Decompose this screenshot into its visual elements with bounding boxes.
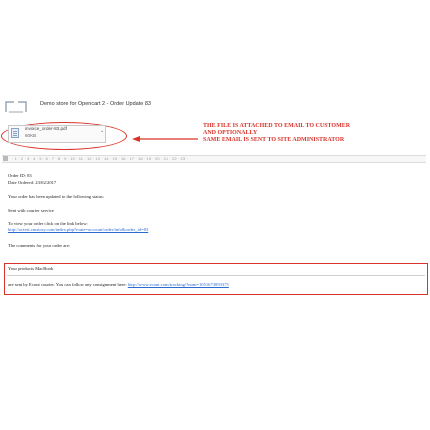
ruler-tab-stop[interactable] (3, 156, 8, 161)
view-order-intro: To view your order click on the link bel… (8, 221, 88, 226)
annotation-note: THE FILE IS ATTACHED TO EMAIL TO CUSTOME… (203, 123, 350, 143)
date-ordered: Date Ordered: 23/02/2017 (8, 180, 57, 185)
attachment-size: 60KB (25, 133, 37, 138)
email-subject: Demo store for Opencart 2 - Order Update… (40, 101, 151, 107)
annotation-line-1: THE FILE IS ATTACHED TO EMAIL TO CUSTOME… (203, 123, 351, 129)
view-order-link[interactable]: http://octest.cmstory.com/index.php?rout… (8, 227, 148, 232)
pointer-arrow-icon (132, 136, 198, 142)
message-header-icon (5, 101, 27, 113)
chevron-down-icon[interactable]: ⌄ (100, 128, 104, 134)
order-status: Sent with courier service (8, 208, 54, 213)
comment-tracking-line: are sent by Econt courier. You can follo… (8, 282, 229, 287)
comment-tracking-text: are sent by Econt courier. You can follo… (8, 282, 128, 287)
comments-intro: The comments for your order are: (8, 243, 71, 248)
status-intro: Your order has been updated to the follo… (8, 194, 104, 199)
pdf-file-icon (11, 128, 19, 138)
comment-products: Your products MacBook (8, 266, 54, 271)
annotation-line-3: SAME EMAIL IS SENT TO SITE ADMINISTRATOR (203, 136, 345, 143)
ruler-numbers: · 1 · 2 · 3 · 4 · 5 · 6 · 7 · 8 · 9 · 10… (12, 156, 188, 161)
divider (7, 275, 425, 276)
annotation-line-2: AND OPTIONALLY (203, 129, 258, 136)
order-id: Order ID: 83 (8, 173, 32, 178)
comments-highlight-box (4, 263, 428, 295)
attachment-filename[interactable]: invoice_order-83.pdf (25, 126, 67, 131)
tracking-link[interactable]: http://www.econt.com/tracking/?num=10516… (128, 282, 229, 287)
